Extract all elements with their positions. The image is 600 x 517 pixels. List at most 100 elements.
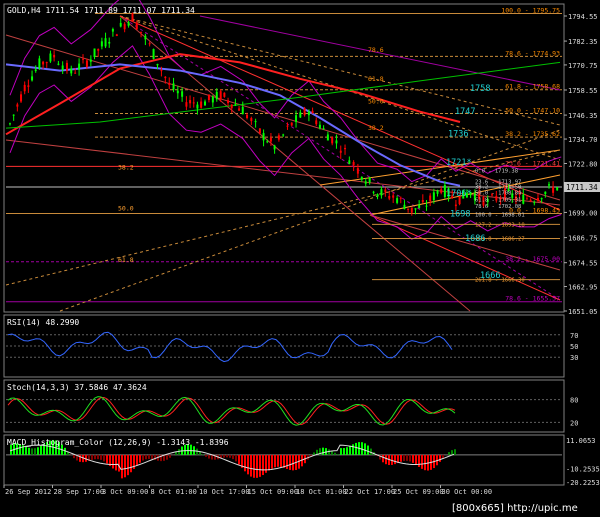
- macd-histogram-bar: [322, 447, 324, 455]
- macd-histogram-bar: [451, 450, 453, 455]
- candle-body: [172, 83, 175, 90]
- macd-histogram-bar: [292, 454, 294, 471]
- candle-body: [34, 69, 37, 72]
- candle-body: [45, 62, 48, 64]
- candle-body: [335, 140, 338, 144]
- macd-title: MACD_Histogram_Color (12,26,9) -1.3143 -…: [7, 438, 229, 447]
- candle-body: [262, 133, 265, 141]
- candle-body: [273, 145, 276, 150]
- fib-small-label: 0.0 - 1719.38: [475, 168, 518, 174]
- candle-body: [331, 136, 334, 144]
- candle-body: [410, 207, 413, 213]
- candle-body: [339, 150, 342, 153]
- macd-histogram-bar: [202, 454, 204, 455]
- candle-body: [540, 198, 543, 200]
- candle-body: [20, 94, 23, 102]
- macd-histogram-bar: [454, 449, 456, 455]
- rsi-title: RSI(14) 48.2990: [7, 318, 79, 327]
- candle-body: [123, 23, 126, 30]
- candle-body: [135, 22, 138, 30]
- macd-histogram-bar: [259, 454, 261, 477]
- macd-histogram-bar: [103, 454, 105, 462]
- candle-body: [65, 62, 68, 71]
- candle-body: [425, 205, 428, 207]
- candle-body: [399, 197, 402, 199]
- macd-histogram-bar: [178, 449, 180, 455]
- macd-histogram-bar: [382, 454, 384, 463]
- macd-histogram-bar: [124, 454, 126, 478]
- macd-histogram-bar: [253, 454, 255, 478]
- candle-body: [200, 101, 203, 108]
- candle-body: [192, 102, 195, 104]
- time-axis-label: 22 Oct 17:00: [345, 488, 396, 496]
- candle-body: [403, 204, 406, 210]
- candle-body: [16, 104, 19, 107]
- candle-body: [380, 189, 383, 196]
- macd-histogram-bar: [28, 447, 30, 455]
- candle-body: [230, 104, 233, 109]
- candle-body: [429, 195, 432, 202]
- candle-body: [89, 59, 92, 62]
- trading-chart[interactable]: 100.0 - 1795.75 78.6 - 1774.93 61.8 - 1758…: [0, 0, 600, 517]
- price-axis: 1794.55 1782.35 1770.75 1758.55 1746.35 1734.…: [564, 13, 598, 316]
- candle-body: [104, 38, 107, 47]
- candle-body: [78, 63, 81, 70]
- trend-line: [119, 15, 561, 301]
- candle-body: [189, 100, 192, 104]
- time-axis: 26 Sep 2012 28 Sep 17:003 Oct 09:00 8 Oct …: [3, 485, 492, 496]
- time-axis-label: 26 Sep 2012: [5, 488, 51, 496]
- candle-body: [315, 120, 318, 125]
- stoch-title: Stoch(14,3,3) 37.5846 47.3624: [7, 383, 147, 392]
- candle-body: [241, 106, 244, 115]
- candle-body: [82, 58, 85, 60]
- macd-histogram-bar: [169, 454, 171, 458]
- macd-histogram-bar: [274, 454, 276, 468]
- fib-ratio-label: 61.8: [118, 256, 134, 264]
- candle-body: [407, 208, 410, 210]
- macd-histogram-bar: [415, 454, 417, 465]
- candle-body: [196, 104, 199, 109]
- time-axis-label: 3 Oct 09:00: [102, 488, 148, 496]
- candle-body: [352, 161, 355, 166]
- candle-body: [440, 189, 443, 193]
- candle-body: [556, 187, 559, 191]
- macd-histogram-bar: [31, 448, 33, 455]
- candle-body: [31, 76, 34, 81]
- macd-histogram-bar: [337, 454, 339, 455]
- candle-body: [49, 53, 52, 62]
- main-price-panel[interactable]: [3, 3, 565, 313]
- macd-histogram-bar: [205, 454, 207, 457]
- rsi-layer: 70 50 30: [6, 331, 578, 362]
- macd-histogram-bar: [151, 454, 153, 460]
- macd-histogram-bar: [280, 454, 282, 468]
- candle-body: [119, 22, 122, 27]
- fib-ratio-label: 50.0: [368, 97, 384, 105]
- level-mark-label: 1706*: [446, 189, 472, 199]
- time-axis-label: 18 Oct 01:00: [296, 488, 347, 496]
- macd-histogram-bar: [409, 454, 411, 462]
- candle-body: [12, 114, 15, 116]
- macd-histogram-bar: [94, 454, 96, 460]
- fib-label: 78.6 - 1655.57: [505, 295, 560, 303]
- candle-body: [356, 168, 359, 174]
- candle-body: [254, 121, 257, 123]
- fib-small-label: 100.0 - 1698.01: [475, 212, 525, 218]
- candle-body: [23, 84, 26, 92]
- macd-histogram-bar: [289, 454, 291, 470]
- macd-level-label: 11.0653: [566, 437, 596, 445]
- level-mark-label: 1736: [448, 129, 468, 139]
- candle-body: [93, 48, 96, 58]
- candle-body: [108, 41, 111, 44]
- macd-histogram-bar: [424, 454, 426, 471]
- candle-body: [318, 124, 321, 129]
- rsi-level-label: 50: [570, 343, 578, 351]
- candle-body: [168, 82, 171, 85]
- candle-body: [536, 197, 539, 201]
- macd-histogram-bar: [148, 454, 150, 459]
- candle-body: [152, 49, 155, 59]
- macd-histogram-bar: [91, 454, 93, 460]
- fib-label: 61.8 - 1758.68: [505, 83, 560, 91]
- candle-body: [307, 111, 310, 116]
- macd-histogram-bar: [145, 454, 147, 460]
- candle-body: [348, 160, 351, 164]
